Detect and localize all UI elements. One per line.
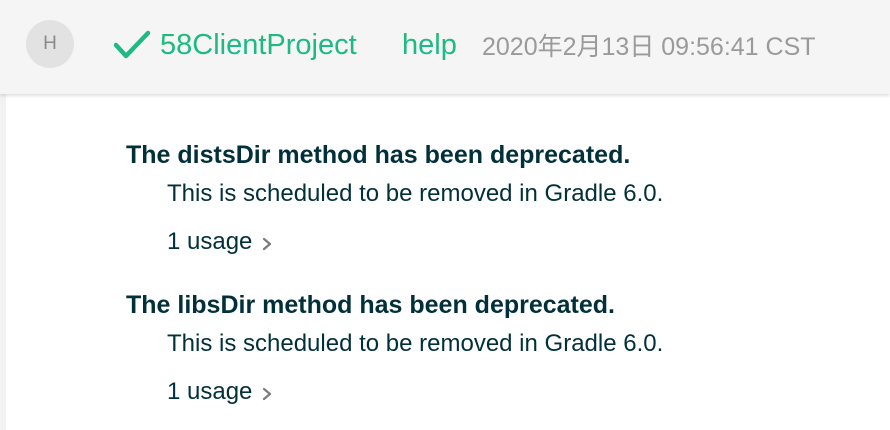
avatar[interactable]: H (26, 20, 74, 68)
header-bar: H 58ClientProject help 2020年2月13日 09:56:… (0, 0, 890, 94)
warning-title: The distsDir method has been deprecated. (126, 141, 631, 169)
check-icon (113, 30, 151, 59)
left-divider (0, 94, 6, 430)
chevron-right-icon (263, 387, 272, 401)
warning-detail: This is scheduled to be removed in Gradl… (167, 330, 664, 357)
build-timestamp: 2020年2月13日 09:56:41 CST (482, 33, 816, 61)
warning-detail: This is scheduled to be removed in Gradl… (167, 180, 664, 207)
build-scan-page: H 58ClientProject help 2020年2月13日 09:56:… (0, 0, 890, 430)
deprecation-warning: The distsDir method has been deprecated.… (126, 138, 663, 258)
task-name[interactable]: help (402, 25, 457, 65)
chevron-right-icon (263, 237, 272, 251)
usage-toggle[interactable]: 1 usage (167, 376, 274, 408)
project-name[interactable]: 58ClientProject (160, 25, 357, 65)
deprecation-warning: The libsDir method has been deprecated. … (126, 288, 663, 408)
usage-toggle[interactable]: 1 usage (167, 226, 274, 258)
usage-label: 1 usage (167, 378, 253, 405)
warning-title: The libsDir method has been deprecated. (126, 291, 616, 319)
usage-label: 1 usage (167, 228, 253, 255)
